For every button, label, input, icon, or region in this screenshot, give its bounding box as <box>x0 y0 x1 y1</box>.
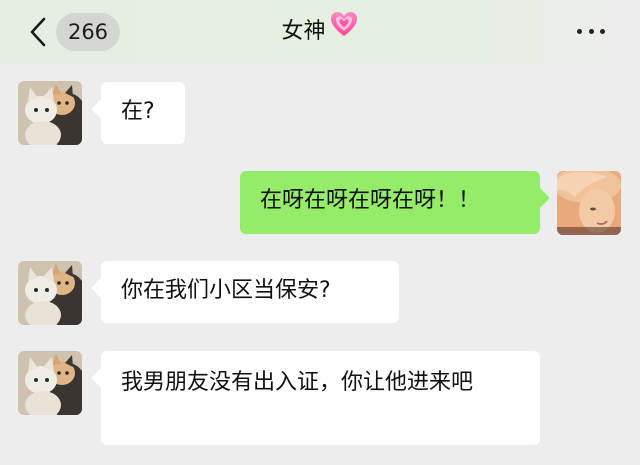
cats-avatar[interactable] <box>18 81 82 145</box>
message-text: 在呀在呀在呀在呀！！ <box>260 188 481 213</box>
more-dots-icon <box>577 29 582 34</box>
message-bubble-received[interactable]: 在? <box>101 82 185 144</box>
chevron-left-icon <box>30 17 46 47</box>
pink-heart-icon <box>329 10 359 50</box>
message-text: 你在我们小区当保安? <box>121 278 331 303</box>
cats-avatar[interactable] <box>18 261 82 325</box>
more-dots-icon <box>600 29 605 34</box>
cats-avatar[interactable] <box>18 351 82 415</box>
message-text: 我男朋友没有出入证，你让他进来吧 <box>121 370 474 395</box>
more-options-button[interactable] <box>574 20 608 44</box>
more-dots-icon <box>588 29 594 34</box>
unread-count-badge[interactable]: 266 <box>56 13 120 51</box>
back-button[interactable] <box>28 16 50 48</box>
message-text: 在? <box>121 99 155 124</box>
message-bubble-sent[interactable]: 在呀在呀在呀在呀！！ <box>240 171 540 234</box>
message-bubble-received[interactable]: 你在我们小区当保安? <box>101 261 399 323</box>
portrait-avatar[interactable] <box>557 171 621 235</box>
chat-title-text: 女神 <box>281 19 326 44</box>
chat-title: 女神 <box>250 12 390 50</box>
chat-header: 266 女神 <box>0 0 640 64</box>
message-bubble-received[interactable]: 我男朋友没有出入证，你让他进来吧 <box>101 351 540 445</box>
